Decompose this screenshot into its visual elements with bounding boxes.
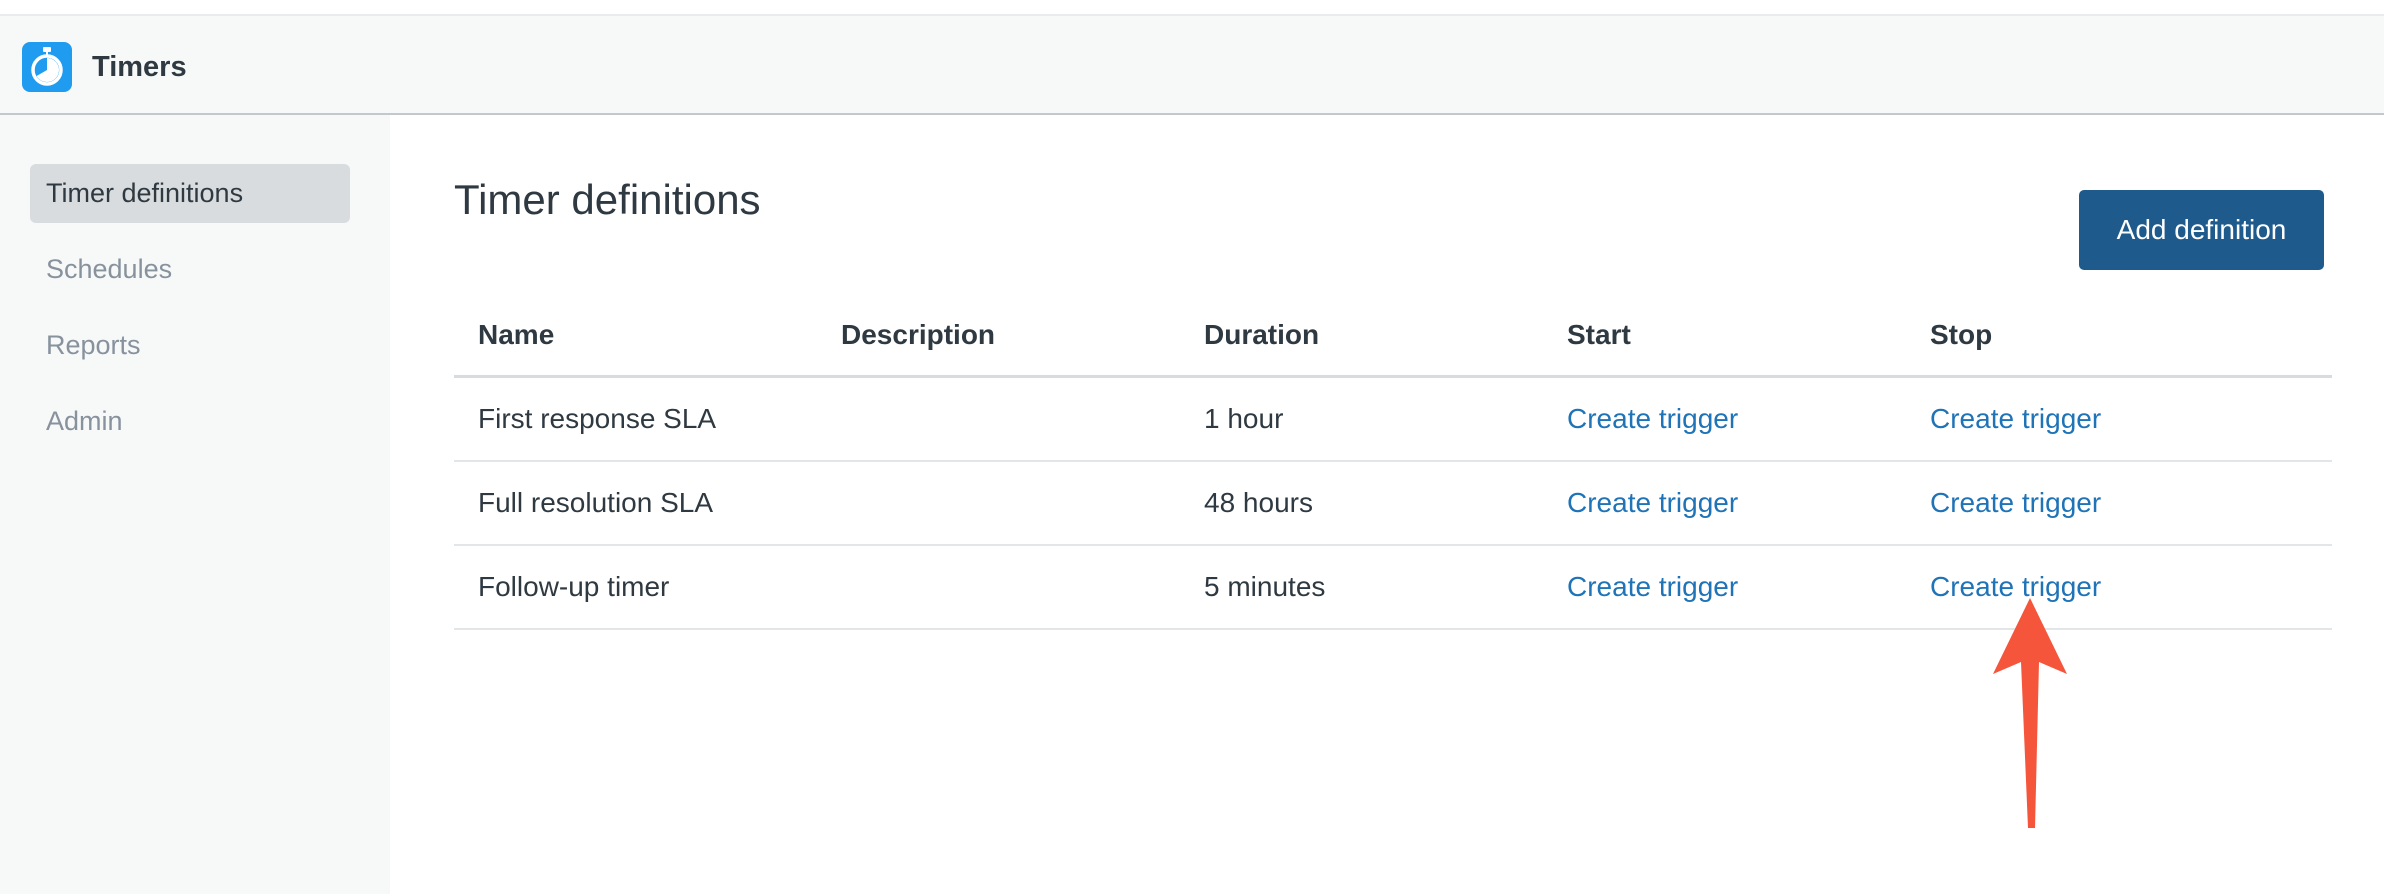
column-header-description: Description	[841, 319, 996, 350]
stop-create-trigger-link[interactable]: Create trigger	[1930, 462, 2101, 544]
app-header: Timers	[0, 16, 2384, 115]
table-row: Full resolution SLA 48 hours Create trig…	[454, 462, 2332, 546]
timer-duration: 1 hour	[1204, 403, 1284, 434]
timer-name: First response SLA	[478, 403, 717, 434]
start-create-trigger-link[interactable]: Create trigger	[1567, 546, 1738, 628]
arrow-up-icon	[1993, 598, 2067, 828]
timer-duration: 5 minutes	[1204, 571, 1326, 602]
column-header-start: Start	[1567, 319, 1631, 350]
sidebar-item-schedules[interactable]: Schedules	[30, 240, 350, 299]
column-header-stop: Stop	[1930, 319, 1993, 350]
main-content: Timer definitions Add definition Name De…	[390, 115, 2384, 894]
sidebar-item-admin[interactable]: Admin	[30, 392, 350, 451]
stopwatch-icon	[22, 42, 72, 92]
add-definition-button[interactable]: Add definition	[2079, 190, 2324, 270]
page-title: Timer definitions	[454, 176, 761, 223]
timer-duration: 48 hours	[1204, 487, 1313, 518]
app-title: Timers	[92, 51, 187, 83]
timer-name: Follow-up timer	[478, 571, 670, 602]
sidebar-item-reports[interactable]: Reports	[30, 316, 350, 375]
column-header-name: Name	[478, 319, 555, 350]
window-top-strip	[0, 0, 2384, 16]
start-create-trigger-link[interactable]: Create trigger	[1567, 378, 1738, 460]
timer-name: Full resolution SLA	[478, 487, 714, 518]
sidebar-item-timer-definitions[interactable]: Timer definitions	[30, 164, 350, 223]
timer-definitions-table: Name Description Duration Start Stop Fir…	[454, 295, 2332, 630]
table-header-row: Name Description Duration Start Stop	[454, 295, 2332, 378]
sidebar-nav: Timer definitions Schedules Reports Admi…	[0, 115, 390, 894]
start-create-trigger-link[interactable]: Create trigger	[1567, 462, 1738, 544]
table-row: First response SLA 1 hour Create trigger…	[454, 378, 2332, 462]
stop-create-trigger-link[interactable]: Create trigger	[1930, 378, 2101, 460]
column-header-duration: Duration	[1204, 319, 1320, 350]
